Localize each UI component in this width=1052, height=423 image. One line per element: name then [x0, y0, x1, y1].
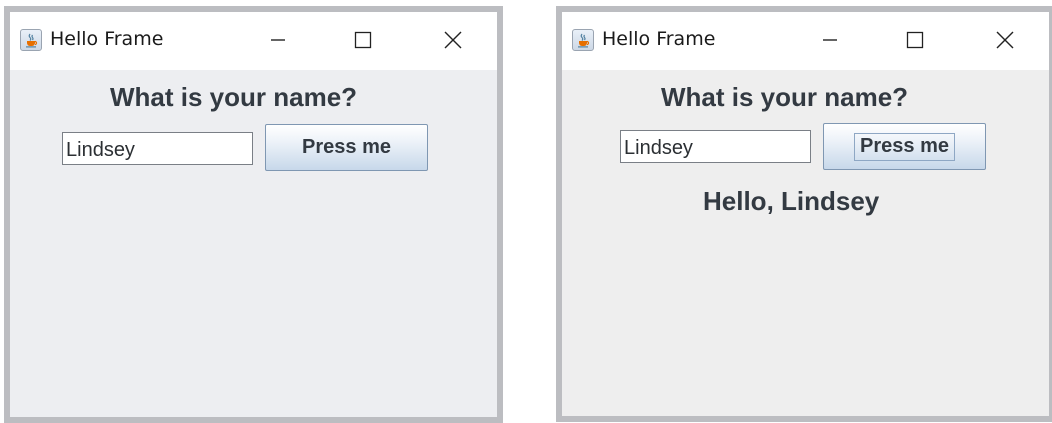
- close-icon: [996, 31, 1014, 49]
- press-me-button[interactable]: Press me: [265, 124, 428, 171]
- title-bar[interactable]: Hello Frame: [10, 12, 497, 70]
- maximize-icon: [354, 31, 372, 49]
- press-me-button[interactable]: Press me: [823, 123, 986, 170]
- minimize-icon: [271, 39, 285, 41]
- minimize-button[interactable]: [815, 26, 845, 54]
- window-title: Hello Frame: [50, 28, 164, 50]
- close-button[interactable]: [990, 26, 1020, 54]
- maximize-button[interactable]: [900, 26, 930, 54]
- hello-frame-window-after-press: Hello Frame What is your name? Press me …: [556, 6, 1052, 422]
- minimize-button[interactable]: [263, 26, 293, 54]
- java-app-icon[interactable]: [572, 29, 594, 51]
- maximize-button[interactable]: [348, 26, 378, 54]
- press-me-label: Press me: [302, 136, 391, 158]
- java-app-icon[interactable]: [20, 29, 42, 51]
- close-icon: [444, 31, 462, 49]
- name-input[interactable]: [620, 130, 811, 163]
- hello-frame-window-initial: Hello Frame What is your name? Press me: [4, 6, 503, 423]
- greeting-label: Hello, Lindsey: [703, 186, 880, 216]
- title-bar[interactable]: Hello Frame: [562, 12, 1049, 70]
- maximize-icon: [906, 31, 924, 49]
- close-button[interactable]: [438, 26, 468, 54]
- name-prompt-label: What is your name?: [661, 82, 909, 112]
- name-prompt-label: What is your name?: [110, 82, 358, 112]
- window-title: Hello Frame: [602, 28, 716, 50]
- name-input[interactable]: [62, 132, 253, 165]
- minimize-icon: [823, 39, 837, 41]
- press-me-label: Press me: [860, 135, 949, 157]
